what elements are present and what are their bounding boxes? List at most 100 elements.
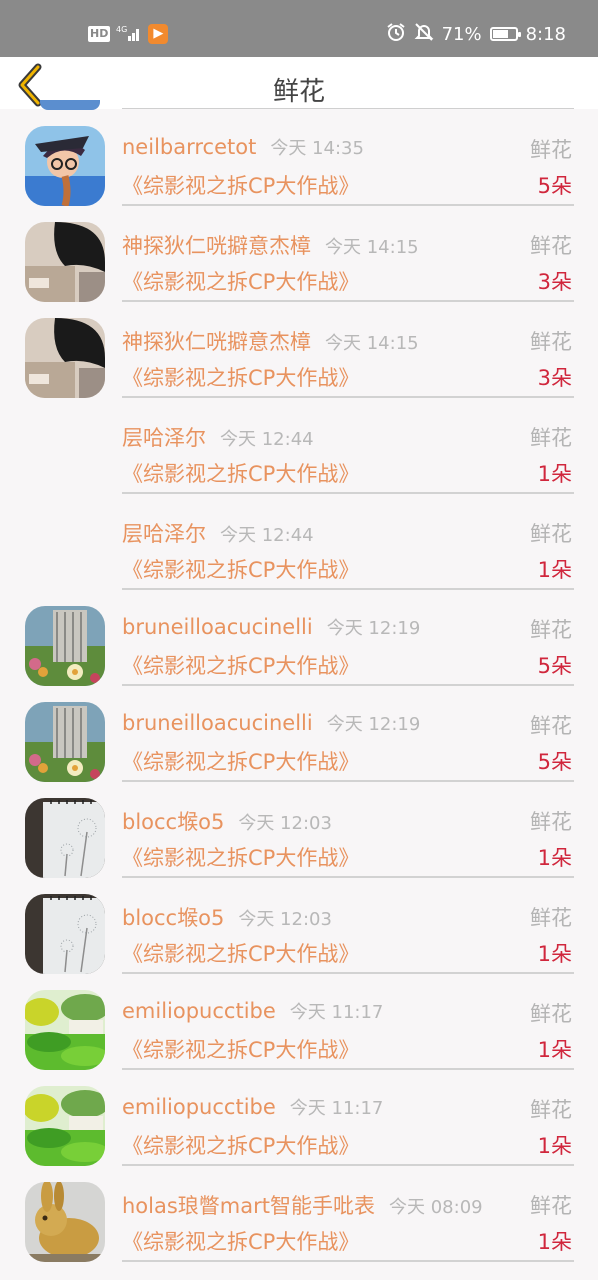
gift-type: 鲜花 xyxy=(530,618,572,642)
gift-type: 鲜花 xyxy=(530,1002,572,1026)
timestamp: 今天 12:44 xyxy=(220,429,314,450)
gift-amount: 5朵 xyxy=(537,654,572,678)
book-title-link[interactable]: 《综影视之拆CP大作战》 xyxy=(122,746,359,776)
gift-amount: 3朵 xyxy=(537,366,572,390)
username-link[interactable]: emiliopucctibe 今天 11:17 xyxy=(122,1094,383,1120)
username-link[interactable]: blocc堠o5 今天 12:03 xyxy=(122,806,332,836)
username[interactable]: 层哈泽尔 xyxy=(122,522,206,546)
gift-amount: 1朵 xyxy=(537,942,572,966)
book-title-link[interactable]: 《综影视之拆CP大作战》 xyxy=(122,458,359,488)
gift-type: 鲜花 xyxy=(530,522,572,546)
username-link[interactable]: 神探狄仁咣擗意杰樟 今天 14:15 xyxy=(122,230,419,260)
mute-bell-icon xyxy=(414,22,434,47)
list-item[interactable]: 层哈泽尔 今天 12:44 鲜花《综影视之拆CP大作战》 1朵 xyxy=(0,398,598,494)
username-link[interactable]: 层哈泽尔 今天 12:44 xyxy=(122,518,314,548)
avatar[interactable] xyxy=(25,1086,105,1166)
book-title-link[interactable]: 《综影视之拆CP大作战》 xyxy=(122,1034,359,1064)
list-item[interactable]: 神探狄仁咣擗意杰樟 今天 14:15 鲜花《综影视之拆CP大作战》 3朵 xyxy=(0,302,598,398)
gift-type: 鲜花 xyxy=(530,1194,572,1218)
gift-amount: 3朵 xyxy=(537,270,572,294)
gift-type: 鲜花 xyxy=(530,810,572,834)
timestamp: 今天 08:09 xyxy=(389,1197,483,1218)
gift-amount: 1朵 xyxy=(537,846,572,870)
divider xyxy=(122,108,574,109)
avatar[interactable] xyxy=(25,222,105,302)
alarm-icon xyxy=(386,22,406,47)
gift-type: 鲜花 xyxy=(530,234,572,258)
timestamp: 今天 12:03 xyxy=(238,909,332,930)
list-item[interactable]: bruneilloacucinelli 今天 12:19 鲜花《综影视之拆CP大作战… xyxy=(0,686,598,782)
book-title-link[interactable]: 《综影视之拆CP大作战》 xyxy=(122,554,359,584)
gift-amount: 1朵 xyxy=(537,462,572,486)
avatar[interactable] xyxy=(25,702,105,782)
username[interactable]: emiliopucctibe xyxy=(122,1095,276,1119)
avatar[interactable] xyxy=(25,1182,105,1262)
book-title-link[interactable]: 《综影视之拆CP大作战》 xyxy=(122,362,359,392)
avatar[interactable] xyxy=(25,894,105,974)
username[interactable]: 神探狄仁咣擗意杰樟 xyxy=(122,330,311,354)
book-title-link[interactable]: 《综影视之拆CP大作战》 xyxy=(122,1130,359,1160)
username-link[interactable]: blocc堠o5 今天 12:03 xyxy=(122,902,332,932)
username-link[interactable]: bruneilloacucinelli 今天 12:19 xyxy=(122,614,420,640)
username-link[interactable]: neilbarrcetot 今天 14:35 xyxy=(122,134,364,160)
book-title-link[interactable]: 《综影视之拆CP大作战》 xyxy=(122,938,359,968)
book-title-link[interactable]: 《综影视之拆CP大作战》 xyxy=(122,842,359,872)
avatar[interactable] xyxy=(25,318,105,398)
timestamp: 今天 12:19 xyxy=(326,714,421,735)
gift-amount: 1朵 xyxy=(537,1038,572,1062)
username[interactable]: bruneilloacucinelli xyxy=(122,615,313,639)
timestamp: 今天 14:35 xyxy=(270,138,364,159)
list-item[interactable]: emiliopucctibe 今天 11:17 鲜花《综影视之拆CP大作战》 1朵 xyxy=(0,1070,598,1166)
battery-percent: 71% xyxy=(441,23,482,45)
avatar[interactable] xyxy=(25,126,105,206)
timestamp: 今天 11:17 xyxy=(289,1002,384,1023)
book-title-link[interactable]: 《综影视之拆CP大作战》 xyxy=(122,266,359,296)
battery-icon xyxy=(489,27,521,41)
gift-amount: 1朵 xyxy=(537,1134,572,1158)
timestamp: 今天 12:03 xyxy=(238,813,332,834)
list-item[interactable]: neilbarrcetot 今天 14:35 鲜花 《综影视之拆CP大作战》 5朵 xyxy=(0,110,598,206)
username-link[interactable]: emiliopucctibe 今天 11:17 xyxy=(122,998,383,1024)
avatar[interactable] xyxy=(25,990,105,1070)
username[interactable]: blocc堠o5 xyxy=(122,906,224,930)
username[interactable]: bruneilloacucinelli xyxy=(122,711,313,735)
svg-text:4G: 4G xyxy=(116,25,127,34)
gift-type: 鲜花 xyxy=(530,1098,572,1122)
gift-type: 鲜花 xyxy=(530,714,572,738)
list-item[interactable]: emiliopucctibe 今天 11:17 鲜花《综影视之拆CP大作战》 1朵 xyxy=(0,974,598,1070)
username-link[interactable]: bruneilloacucinelli 今天 12:19 xyxy=(122,710,420,736)
list-item[interactable]: bruneilloacucinelli 今天 12:19 鲜花《综影视之拆CP大作战… xyxy=(0,590,598,686)
username-link[interactable]: 神探狄仁咣擗意杰樟 今天 14:15 xyxy=(122,326,419,356)
timestamp: 今天 14:15 xyxy=(325,333,419,354)
hd-icon: HD xyxy=(88,26,111,42)
username[interactable]: blocc堠o5 xyxy=(122,810,224,834)
list-item[interactable]: 神探狄仁咣擗意杰樟 今天 14:15 鲜花《综影视之拆CP大作战》 3朵 xyxy=(0,206,598,302)
timestamp: 今天 12:44 xyxy=(220,525,314,546)
username[interactable]: holas琅瞥mart智能手吡表 xyxy=(122,1194,375,1218)
username-link[interactable]: holas琅瞥mart智能手吡表 今天 08:09 xyxy=(122,1190,483,1220)
status-bar: HD 4G ▶ 71% 8:18 xyxy=(0,0,598,57)
book-title-link[interactable]: 《综影视之拆CP大作战》 xyxy=(122,170,359,200)
username[interactable]: 层哈泽尔 xyxy=(122,426,206,450)
gift-amount: 1朵 xyxy=(537,1230,572,1254)
list-item[interactable]: 层哈泽尔 今天 12:44 鲜花 《综影视之拆CP大作战》 1朵 xyxy=(0,494,598,590)
book-title-link[interactable]: 《综影视之拆CP大作战》 xyxy=(122,1226,359,1256)
timestamp: 今天 11:17 xyxy=(289,1098,384,1119)
avatar[interactable] xyxy=(25,798,105,878)
gift-type: 鲜花 xyxy=(530,330,572,354)
gift-type: 鲜花 xyxy=(530,906,572,930)
gift-amount: 5朵 xyxy=(537,174,572,198)
list-item[interactable]: blocc堠o5 今天 12:03 鲜花《综影视之拆CP大作战》 1朵 xyxy=(0,878,598,974)
username[interactable]: neilbarrcetot xyxy=(122,135,256,159)
signal-icon: 4G xyxy=(116,24,142,45)
timestamp: 今天 14:15 xyxy=(325,237,419,258)
username-link[interactable]: 层哈泽尔 今天 12:44 xyxy=(122,422,314,452)
username[interactable]: emiliopucctibe xyxy=(122,999,276,1023)
username[interactable]: 神探狄仁咣擗意杰樟 xyxy=(122,234,311,258)
gift-type: 鲜花 xyxy=(530,426,572,450)
app-notification-icon: ▶ xyxy=(148,24,169,44)
list-item[interactable]: holas琅瞥mart智能手吡表 今天 08:09 鲜花《综影视之拆CP大作战》 1朵 xyxy=(0,1166,598,1262)
avatar[interactable] xyxy=(25,606,105,686)
book-title-link[interactable]: 《综影视之拆CP大作战》 xyxy=(122,650,359,680)
list-item[interactable]: blocc堠o5 今天 12:03 鲜花《综影视之拆CP大作战》 1朵 xyxy=(0,782,598,878)
